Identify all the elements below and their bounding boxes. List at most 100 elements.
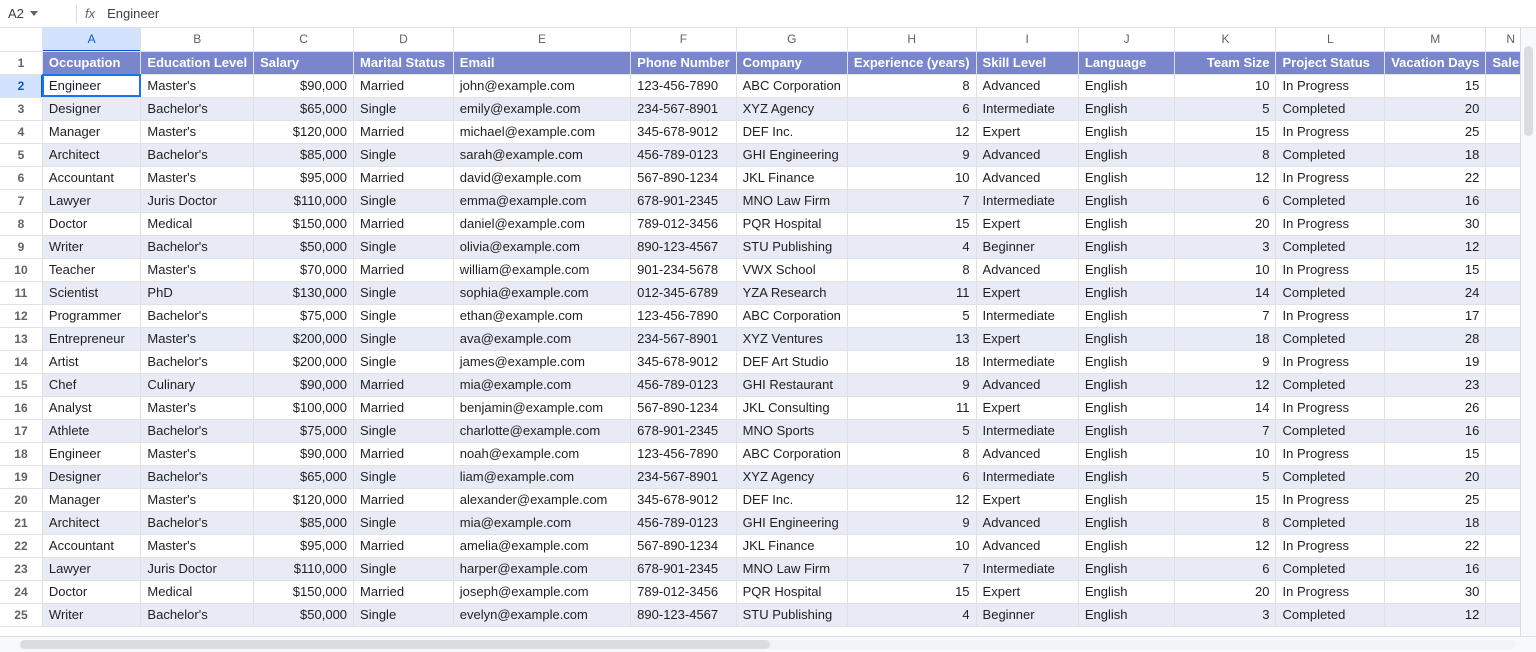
cell[interactable]: STU Publishing	[736, 235, 847, 258]
cell[interactable]: mia@example.com	[453, 511, 630, 534]
cell[interactable]: Advanced	[976, 143, 1078, 166]
cell[interactable]: 6	[1175, 557, 1276, 580]
cell[interactable]: Culinary	[141, 373, 254, 396]
cell[interactable]: STU Publishing	[736, 603, 847, 626]
cell[interactable]: Advanced	[976, 442, 1078, 465]
cell[interactable]: Single	[354, 189, 454, 212]
column-header-E[interactable]: E	[453, 28, 630, 51]
cell[interactable]: VWX School	[736, 258, 847, 281]
cell[interactable]: English	[1078, 580, 1175, 603]
cell[interactable]: In Progress	[1276, 212, 1385, 235]
row-header[interactable]: 6	[0, 166, 42, 189]
cell[interactable]: $50,000	[254, 603, 354, 626]
cell[interactable]: 20	[1385, 465, 1486, 488]
cell[interactable]: Completed	[1276, 327, 1385, 350]
cell[interactable]: 20	[1175, 212, 1276, 235]
cell[interactable]: Intermediate	[976, 465, 1078, 488]
cell[interactable]: 22	[1385, 166, 1486, 189]
cell[interactable]: In Progress	[1276, 488, 1385, 511]
cell[interactable]: ABC Corporation	[736, 304, 847, 327]
cell[interactable]: Accountant	[42, 166, 141, 189]
cell[interactable]: PQR Hospital	[736, 212, 847, 235]
formula-input[interactable]: Engineer	[103, 6, 1528, 21]
cell[interactable]: 13	[847, 327, 976, 350]
cell[interactable]: Lawyer	[42, 189, 141, 212]
cell[interactable]: Master's	[141, 166, 254, 189]
cell[interactable]: In Progress	[1276, 442, 1385, 465]
cell[interactable]: YZA Research	[736, 281, 847, 304]
cell[interactable]: Married	[354, 212, 454, 235]
cell[interactable]: harper@example.com	[453, 557, 630, 580]
cell[interactable]: $75,000	[254, 419, 354, 442]
cell[interactable]: Single	[354, 327, 454, 350]
fx-icon[interactable]: fx	[85, 6, 95, 21]
cell[interactable]: XYZ Ventures	[736, 327, 847, 350]
cell[interactable]: Single	[354, 304, 454, 327]
cell[interactable]: In Progress	[1276, 580, 1385, 603]
cell[interactable]: Architect	[42, 143, 141, 166]
header-cell[interactable]: Phone Number	[631, 51, 736, 74]
cell[interactable]: Advanced	[976, 373, 1078, 396]
cell[interactable]: Master's	[141, 534, 254, 557]
cell[interactable]: 456-789-0123	[631, 511, 736, 534]
header-cell[interactable]: Team Size	[1175, 51, 1276, 74]
cell[interactable]: john@example.com	[453, 74, 630, 97]
cell[interactable]: 7	[1175, 304, 1276, 327]
cell[interactable]: olivia@example.com	[453, 235, 630, 258]
cell[interactable]: 3	[1175, 603, 1276, 626]
cell[interactable]: Completed	[1276, 557, 1385, 580]
cell[interactable]: Single	[354, 143, 454, 166]
cell[interactable]: Single	[354, 557, 454, 580]
cell[interactable]: 7	[1175, 419, 1276, 442]
cell[interactable]: Single	[354, 465, 454, 488]
row-header[interactable]: 1	[0, 51, 42, 74]
cell[interactable]: Medical	[141, 212, 254, 235]
cell[interactable]: liam@example.com	[453, 465, 630, 488]
cell[interactable]: 20	[1385, 97, 1486, 120]
cell[interactable]: $150,000	[254, 212, 354, 235]
cell[interactable]: 18	[1385, 511, 1486, 534]
header-cell[interactable]: Project Status	[1276, 51, 1385, 74]
cell[interactable]: joseph@example.com	[453, 580, 630, 603]
cell[interactable]: 25	[1385, 488, 1486, 511]
cell[interactable]: daniel@example.com	[453, 212, 630, 235]
cell[interactable]: benjamin@example.com	[453, 396, 630, 419]
cell[interactable]: 12	[847, 120, 976, 143]
cell[interactable]: 9	[847, 373, 976, 396]
row-header[interactable]: 2	[0, 74, 42, 97]
header-cell[interactable]: Email	[453, 51, 630, 74]
cell[interactable]: DEF Art Studio	[736, 350, 847, 373]
cell[interactable]: 18	[1385, 143, 1486, 166]
column-header-M[interactable]: M	[1385, 28, 1486, 51]
cell[interactable]: Expert	[976, 327, 1078, 350]
cell[interactable]: 7	[847, 189, 976, 212]
cell[interactable]: $75,000	[254, 304, 354, 327]
cell[interactable]: 8	[847, 74, 976, 97]
cell[interactable]: In Progress	[1276, 120, 1385, 143]
cell[interactable]: Advanced	[976, 258, 1078, 281]
cell[interactable]: ABC Corporation	[736, 74, 847, 97]
cell[interactable]: 3	[1175, 235, 1276, 258]
cell[interactable]: 5	[847, 419, 976, 442]
header-cell[interactable]: Education Level	[141, 51, 254, 74]
cell[interactable]: English	[1078, 143, 1175, 166]
cell[interactable]: Married	[354, 74, 454, 97]
cell[interactable]: ava@example.com	[453, 327, 630, 350]
cell[interactable]: 789-012-3456	[631, 212, 736, 235]
cell[interactable]: Bachelor's	[141, 350, 254, 373]
cell[interactable]: 8	[1175, 511, 1276, 534]
cell[interactable]: Master's	[141, 396, 254, 419]
cell[interactable]: English	[1078, 511, 1175, 534]
cell[interactable]: Intermediate	[976, 419, 1078, 442]
cell[interactable]: English	[1078, 373, 1175, 396]
cell[interactable]: 14	[1175, 396, 1276, 419]
cell[interactable]: $120,000	[254, 488, 354, 511]
cell[interactable]: 26	[1385, 396, 1486, 419]
cell[interactable]: 12	[1175, 373, 1276, 396]
cell[interactable]: 012-345-6789	[631, 281, 736, 304]
cell[interactable]: Engineer	[42, 442, 141, 465]
cell[interactable]: Doctor	[42, 212, 141, 235]
cell[interactable]: English	[1078, 304, 1175, 327]
cell[interactable]: Intermediate	[976, 304, 1078, 327]
cell[interactable]: 9	[847, 511, 976, 534]
